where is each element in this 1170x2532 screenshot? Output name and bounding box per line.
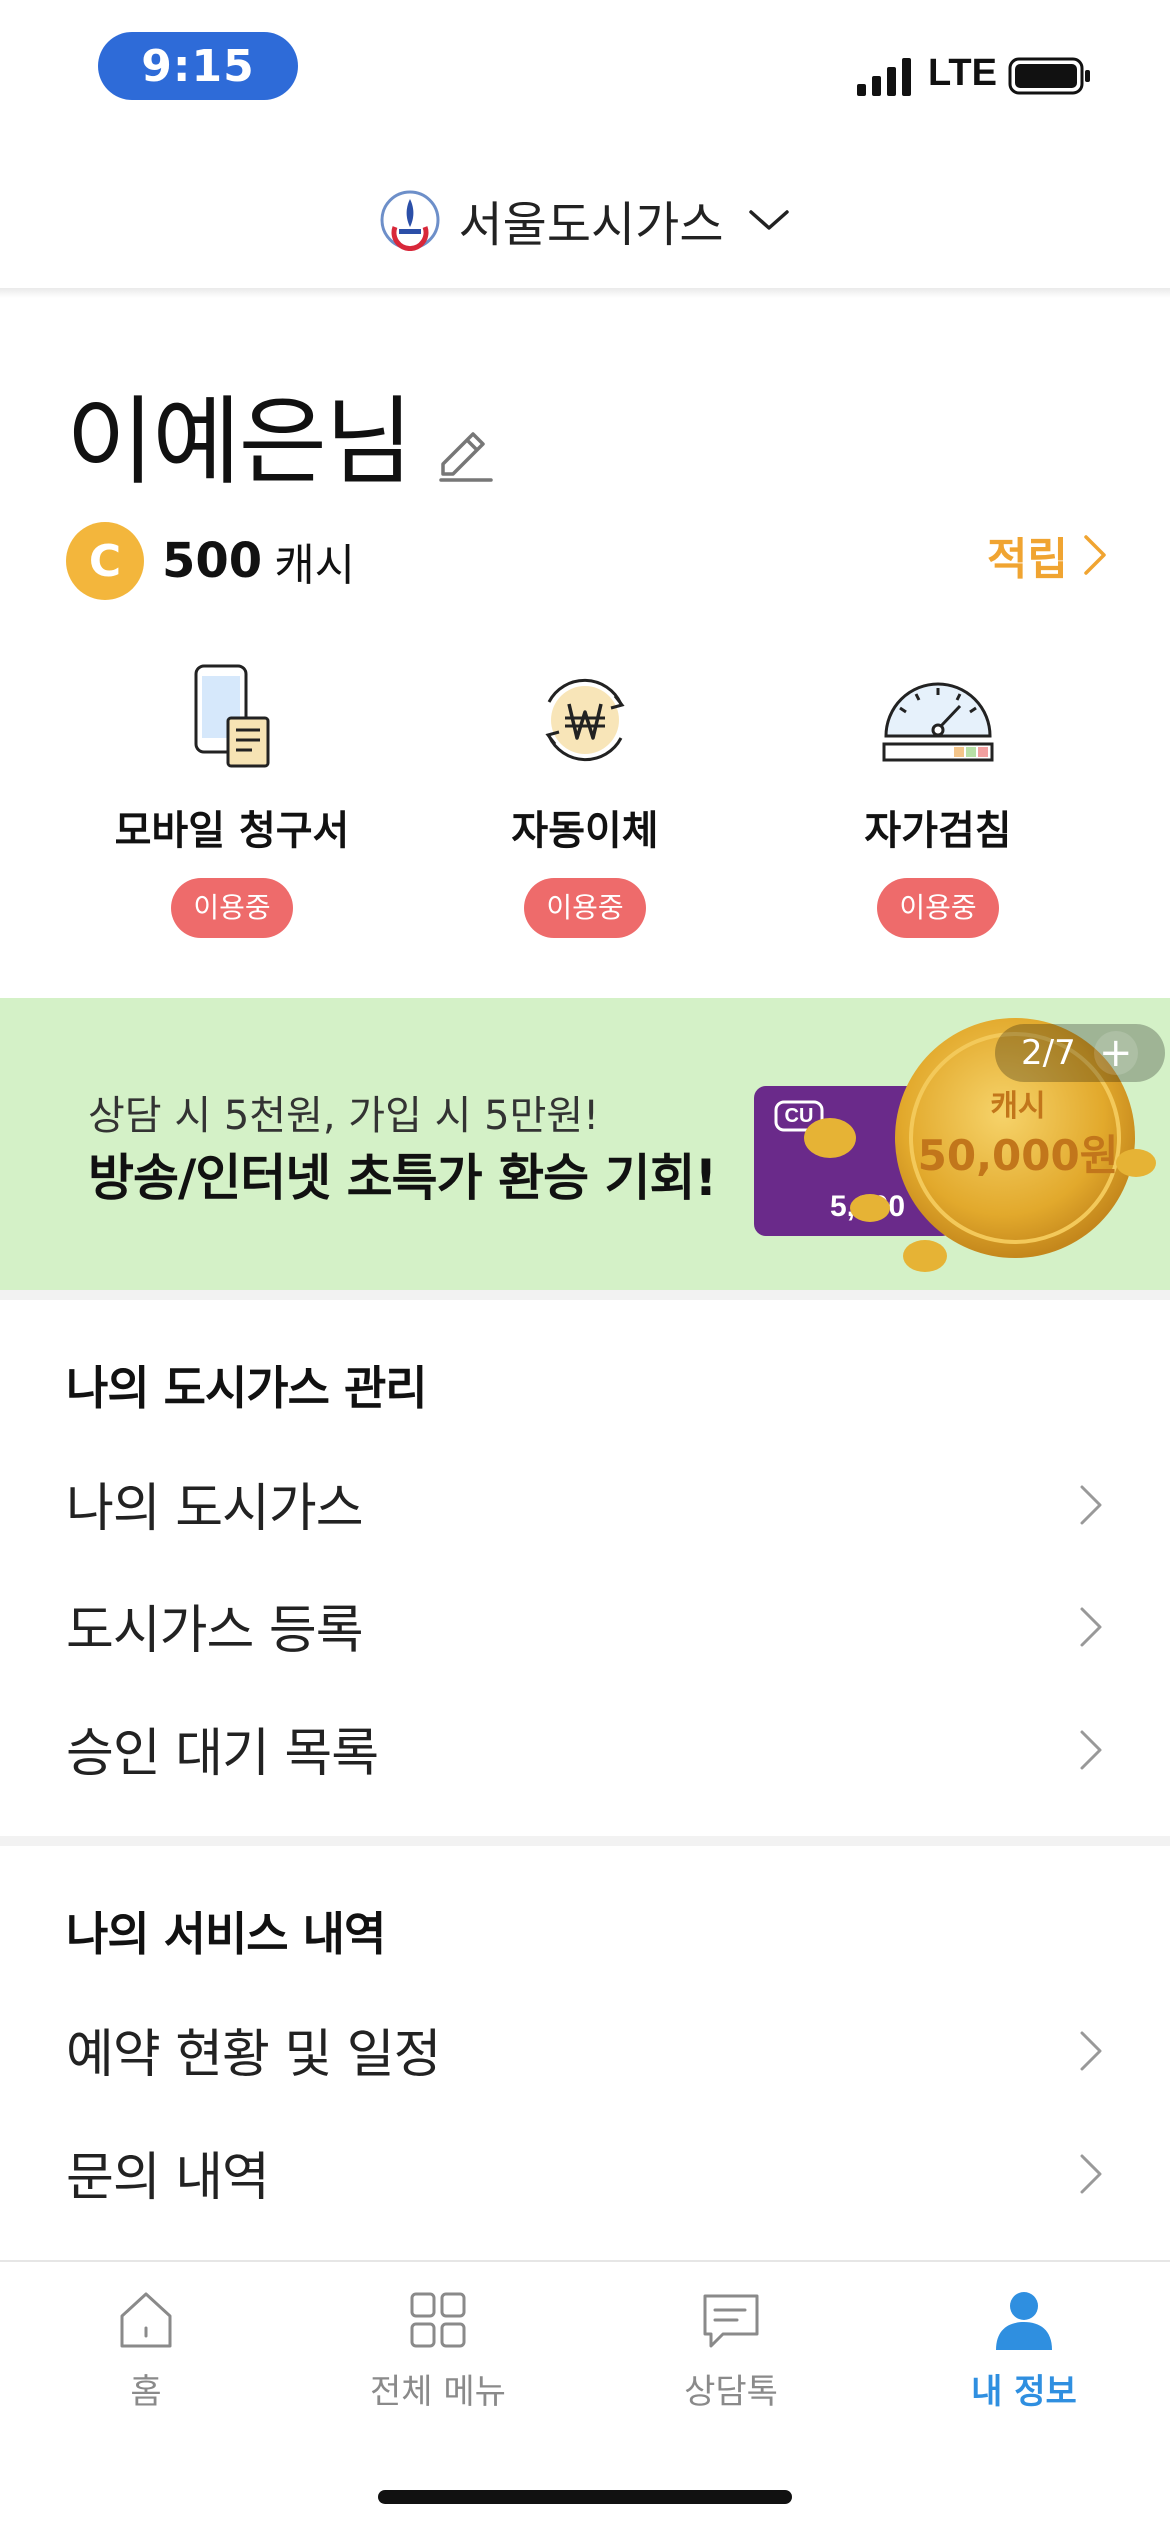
company-name: 서울도시가스 — [458, 197, 724, 253]
tab-label: 내 정보 — [971, 2372, 1077, 2412]
banner-title: 방송/인터넷 초특가 환승 기회! — [88, 1149, 717, 1207]
banner-page-counter[interactable]: 2/7 + — [995, 1024, 1165, 1082]
cash-balance: C 500 캐시 — [66, 522, 355, 600]
chevron-down-icon[interactable] — [747, 205, 791, 235]
coin-amount: 50,000원 — [918, 1131, 1119, 1180]
chat-icon — [703, 2294, 759, 2348]
service-auto-transfer[interactable]: 자동이체 이용중 — [435, 660, 735, 950]
menu-item-label: 승인 대기 목록 — [66, 1723, 379, 1784]
status-bar: 9:15 LTE — [0, 0, 1170, 140]
service-label: 자가검침 — [864, 808, 1012, 854]
menu-item-reservations[interactable]: 예약 현황 및 일정 — [0, 1994, 1170, 2104]
plus-icon[interactable]: + — [1093, 1031, 1138, 1075]
header-divider — [0, 288, 1170, 298]
chevron-right-icon — [1080, 2154, 1102, 2194]
menu-item-label: 예약 현황 및 일정 — [66, 2024, 441, 2085]
seoul-gas-logo — [380, 190, 440, 251]
pencil-icon[interactable] — [433, 422, 497, 486]
signal-icon — [857, 58, 911, 96]
service-shortcuts: 모바일 청구서 이용중 자동이체 이용중 자가검침 이용중 — [0, 660, 1170, 950]
earn-cash-link[interactable]: 적립 — [987, 525, 1108, 585]
menu-item-pending-approval[interactable]: 승인 대기 목록 — [0, 1693, 1170, 1803]
card-brand: CU — [785, 1105, 814, 1127]
chevron-right-icon — [1080, 1607, 1102, 1647]
chevron-right-icon — [1080, 1730, 1102, 1770]
person-icon — [996, 2292, 1052, 2350]
tab-consult-talk[interactable]: 상담톡 — [585, 2288, 877, 2418]
tab-label: 전체 메뉴 — [370, 2372, 506, 2412]
chevron-right-icon — [1080, 1485, 1102, 1525]
section-divider — [0, 1290, 1170, 1300]
menu-item-label: 도시가스 등록 — [66, 1600, 364, 1661]
tab-home[interactable]: 홈 — [0, 2288, 292, 2418]
status-badge: 이용중 — [877, 878, 999, 938]
earn-label: 적립 — [987, 534, 1068, 585]
menu-item-label: 나의 도시가스 — [66, 1478, 364, 1539]
grid-menu-icon — [410, 2292, 466, 2348]
menu-item-my-gas[interactable]: 나의 도시가스 — [0, 1448, 1170, 1558]
home-indicator[interactable] — [378, 2490, 792, 2504]
promo-banner[interactable]: 상담 시 5천원, 가입 시 5만원! 방송/인터넷 초특가 환승 기회! CU… — [0, 998, 1170, 1290]
network-type: LTE — [928, 52, 997, 94]
coin-label: 캐시 — [990, 1089, 1045, 1124]
service-label: 자동이체 — [511, 808, 659, 854]
user-name: 이예은님 — [66, 386, 413, 498]
auto-transfer-icon — [545, 678, 625, 762]
tab-all-menu[interactable]: 전체 메뉴 — [292, 2288, 584, 2418]
tab-label: 상담톡 — [684, 2372, 778, 2412]
menu-item-label: 문의 내역 — [66, 2147, 270, 2208]
section-title-gas: 나의 도시가스 관리 — [66, 1361, 428, 1415]
tab-my-info[interactable]: 내 정보 — [878, 2288, 1170, 2418]
home-icon — [120, 2292, 172, 2348]
service-label: 모바일 청구서 — [114, 808, 350, 854]
section-title-services: 나의 서비스 내역 — [66, 1907, 386, 1961]
cash-coin-icon: C — [66, 522, 144, 600]
status-badge: 이용중 — [171, 878, 293, 938]
status-badge: 이용중 — [524, 878, 646, 938]
user-name-row: 이예은님 — [66, 370, 497, 490]
banner-counter-text: 2/7 — [1021, 1033, 1076, 1073]
service-mobile-bill[interactable]: 모바일 청구서 이용중 — [82, 660, 382, 950]
menu-item-inquiries[interactable]: 문의 내역 — [0, 2117, 1170, 2227]
banner-subtitle: 상담 시 5천원, 가입 시 5만원! — [88, 1093, 600, 1139]
chevron-right-icon — [1084, 535, 1106, 575]
tab-label: 홈 — [130, 2372, 162, 2412]
mobile-bill-icon — [194, 664, 270, 768]
meter-gauge-icon — [882, 682, 994, 762]
menu-item-gas-register[interactable]: 도시가스 등록 — [0, 1570, 1170, 1680]
status-time: 9:15 — [98, 32, 298, 100]
cash-amount: 500 — [162, 533, 263, 589]
battery-icon — [1008, 57, 1090, 95]
service-self-meter[interactable]: 자가검침 이용중 — [788, 660, 1088, 950]
chevron-right-icon — [1080, 2031, 1102, 2071]
bottom-tab-bar: 홈 전체 메뉴 상담톡 내 정보 — [0, 2260, 1170, 2440]
cash-unit: 캐시 — [274, 540, 356, 591]
company-selector[interactable]: 서울도시가스 — [0, 150, 1170, 290]
section-divider — [0, 1836, 1170, 1846]
